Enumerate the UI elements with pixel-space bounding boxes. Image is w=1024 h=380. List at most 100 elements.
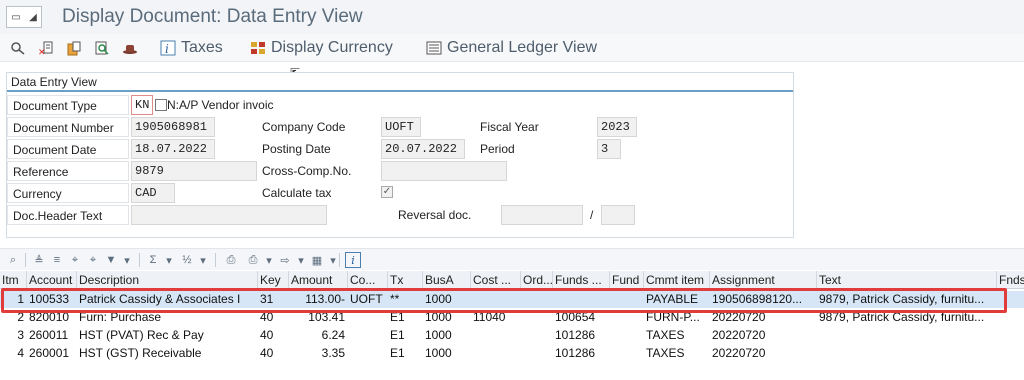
svg-text:i: i bbox=[165, 42, 169, 56]
column-header[interactable]: Account bbox=[27, 271, 77, 289]
taxes-label: Taxes bbox=[181, 39, 223, 56]
cell-assignment: 20220720 bbox=[712, 328, 766, 342]
reference-field[interactable]: 9879 bbox=[131, 161, 257, 181]
cell-assignment: 20220720 bbox=[712, 346, 766, 360]
info-icon[interactable]: i bbox=[345, 252, 361, 268]
cell-cost-center bbox=[471, 327, 521, 344]
column-header[interactable]: Itm bbox=[0, 271, 27, 289]
cell-company bbox=[348, 327, 388, 344]
toolbar-separator bbox=[139, 253, 140, 267]
sort-ascending-icon[interactable]: ≜ bbox=[31, 252, 47, 268]
section-divider bbox=[7, 90, 793, 92]
currency-field[interactable]: CAD bbox=[131, 183, 175, 203]
cell-amount: 6.24 bbox=[321, 328, 345, 342]
export-icon[interactable]: ⇨ bbox=[277, 252, 293, 268]
print-dropdown-icon[interactable]: ▾ bbox=[261, 252, 277, 268]
display-currency-button[interactable]: Display Currency bbox=[250, 37, 393, 59]
column-header[interactable]: Funds ... bbox=[553, 271, 610, 289]
reversal-doc-label: Reversal doc. bbox=[398, 208, 472, 222]
find-next-icon[interactable]: ⌖ bbox=[85, 252, 101, 268]
data-entry-view-panel: Data Entry View Document Type KN N:A/P V… bbox=[6, 72, 794, 238]
currency-icon bbox=[250, 40, 266, 56]
cell-amount: 3.35 bbox=[321, 346, 345, 360]
reversal-doc-field[interactable] bbox=[501, 205, 583, 225]
layout-icon[interactable]: ▦ bbox=[309, 252, 325, 268]
column-header[interactable]: Key bbox=[258, 271, 289, 289]
cell-description: HST (PVAT) Rec & Pay bbox=[79, 328, 204, 342]
period-field[interactable]: 3 bbox=[597, 139, 621, 159]
filter-dropdown-icon[interactable]: ▾ bbox=[119, 252, 135, 268]
cross-comp-field[interactable] bbox=[381, 161, 507, 181]
subtotal-icon[interactable]: ½ bbox=[179, 252, 195, 268]
total-icon[interactable]: Σ bbox=[145, 252, 161, 268]
taxes-button[interactable]: i Taxes bbox=[160, 37, 223, 59]
document-number-label: Document Number bbox=[7, 117, 129, 137]
reversal-doc-year-field[interactable] bbox=[601, 205, 635, 225]
cell-order bbox=[521, 345, 553, 362]
column-header[interactable]: Cost ... bbox=[471, 271, 521, 289]
print-preview-icon[interactable]: ⎙ bbox=[245, 252, 261, 268]
dropdown-triangle-icon: ◢ bbox=[29, 11, 37, 23]
column-header[interactable]: Cmmt item bbox=[644, 271, 710, 289]
column-header[interactable]: Co... bbox=[348, 271, 388, 289]
cell-commitment-item: TAXES bbox=[646, 328, 685, 342]
document-number-field[interactable]: 1905068981 bbox=[131, 117, 215, 137]
cell-tax: E1 bbox=[390, 328, 405, 342]
sort-descending-icon[interactable]: ≡ bbox=[49, 252, 65, 268]
table-row[interactable]: 4 260001 HST (GST) Receivable 40 3.35 E1… bbox=[0, 345, 1024, 362]
hat-icon[interactable] bbox=[120, 38, 140, 58]
cell-order bbox=[521, 327, 553, 344]
window-icon: ▭ bbox=[11, 11, 21, 23]
total-dropdown-icon[interactable]: ▾ bbox=[161, 252, 177, 268]
column-header[interactable]: Tx bbox=[388, 271, 423, 289]
cell-key: 40 bbox=[260, 328, 274, 342]
info-icon: i bbox=[160, 40, 176, 56]
cell-commitment-item: TAXES bbox=[646, 346, 685, 360]
document-type-label: Document Type bbox=[7, 95, 129, 115]
cell-company bbox=[348, 345, 388, 362]
system-menu-button[interactable]: ▭ ◢ bbox=[6, 6, 42, 28]
cell-fund bbox=[610, 345, 644, 362]
column-header[interactable]: Text bbox=[817, 271, 997, 289]
column-header[interactable]: Assignment bbox=[710, 271, 817, 289]
delete-document-icon[interactable]: ✕ bbox=[36, 38, 56, 58]
posting-date-field[interactable]: 20.07.2022 bbox=[381, 139, 465, 159]
print-icon[interactable]: ⎙ bbox=[223, 252, 239, 268]
ledger-icon bbox=[426, 40, 442, 56]
application-toolbar: ✕ i Taxes Display Currency General Ledge… bbox=[0, 34, 1024, 62]
column-header[interactable]: Fund bbox=[610, 271, 644, 289]
document-type-field[interactable]: KN bbox=[131, 95, 153, 115]
document-date-field[interactable]: 18.07.2022 bbox=[131, 139, 215, 159]
display-change-icon[interactable] bbox=[8, 38, 28, 58]
general-ledger-view-button[interactable]: General Ledger View bbox=[426, 37, 597, 59]
cell-text bbox=[817, 327, 997, 344]
export-dropdown-icon[interactable]: ▾ bbox=[293, 252, 309, 268]
details-icon[interactable]: ⌕ bbox=[5, 252, 21, 268]
calculate-tax-checkbox[interactable]: ✓ bbox=[381, 186, 393, 198]
doc-header-text-label: Doc.Header Text bbox=[7, 205, 129, 225]
subtotal-dropdown-icon[interactable]: ▾ bbox=[195, 252, 211, 268]
filter-icon[interactable]: ▼ bbox=[103, 252, 119, 268]
column-header[interactable]: BusA bbox=[423, 271, 471, 289]
company-code-label: Company Code bbox=[262, 120, 346, 134]
fiscal-year-field[interactable]: 2023 bbox=[597, 117, 637, 137]
page-title: Display Document: Data Entry View bbox=[62, 6, 363, 27]
cell-account: 260001 bbox=[29, 346, 70, 360]
column-header[interactable]: Ord... bbox=[521, 271, 553, 289]
document-search-icon[interactable] bbox=[92, 38, 112, 58]
cell-business-area: 1000 bbox=[425, 346, 452, 360]
column-header[interactable]: Amount bbox=[289, 271, 348, 289]
document-date-label: Document Date bbox=[7, 139, 129, 159]
cell-item: 3 bbox=[17, 328, 24, 342]
table-row[interactable]: 3 260011 HST (PVAT) Rec & Pay 40 6.24 E1… bbox=[0, 327, 1024, 344]
cell-account: 260011 bbox=[29, 328, 69, 342]
toolbar-separator bbox=[25, 253, 26, 267]
find-icon[interactable]: ⌖ bbox=[67, 252, 83, 268]
column-header[interactable]: Fnds bbox=[997, 271, 1024, 289]
title-bar: ▭ ◢ Display Document: Data Entry View bbox=[0, 0, 1024, 34]
column-header[interactable]: Description bbox=[77, 271, 258, 289]
calculate-tax-label: Calculate tax bbox=[262, 186, 332, 200]
company-code-field[interactable]: UOFT bbox=[381, 117, 421, 137]
doc-header-text-field[interactable] bbox=[131, 205, 327, 225]
clipboard-icon[interactable] bbox=[64, 38, 84, 58]
